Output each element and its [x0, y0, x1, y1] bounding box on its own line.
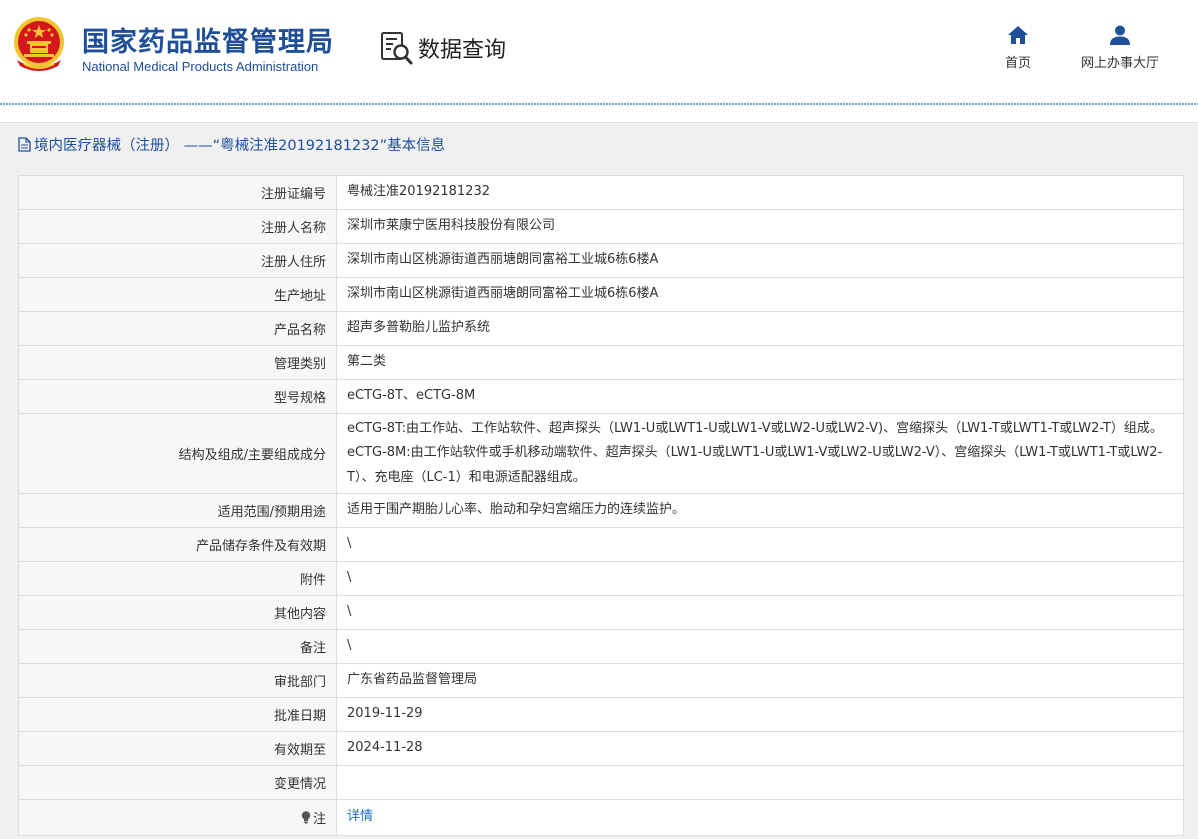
national-emblem-icon — [14, 17, 64, 71]
registration-info-table: 注册证编号 粤械注准20192181232 注册人名称 深圳市莱康宁医用科技股份… — [18, 175, 1184, 836]
row-label: 结构及组成/主要组成成分 — [18, 413, 337, 494]
table-row: 生产地址 深圳市南山区桃源街道西丽塘朗同富裕工业城6栋6楼A — [18, 277, 1184, 312]
row-value: \ — [336, 629, 1184, 664]
table-row: 适用范围/预期用途 适用于围产期胎儿心率、胎动和孕妇宫缩压力的连续监护。 — [18, 493, 1184, 528]
row-value: 2019-11-29 — [336, 697, 1184, 732]
nav-online-hall[interactable]: 网上办事大厅 — [1074, 24, 1166, 71]
row-value: \ — [336, 595, 1184, 630]
row-value: \ — [336, 561, 1184, 596]
nav-home-label: 首页 — [1004, 56, 1031, 71]
user-icon — [1110, 25, 1130, 45]
note-row: 注 详情 — [18, 799, 1184, 836]
row-value: 超声多普勒胎儿监护系统 — [336, 311, 1184, 346]
header-divider — [0, 103, 1198, 105]
row-value: 深圳市南山区桃源街道西丽塘朗同富裕工业城6栋6楼A — [336, 243, 1184, 278]
panel-title: 境内医疗器械（注册） ——“粤械注准20192181232”基本信息 — [18, 134, 445, 155]
document-icon — [18, 137, 31, 152]
row-label: 其他内容 — [18, 595, 337, 630]
row-value: 广东省药品监督管理局 — [336, 663, 1184, 698]
row-label: 有效期至 — [18, 731, 337, 766]
row-value: 适用于围产期胎儿心率、胎动和孕妇宫缩压力的连续监护。 — [336, 493, 1184, 528]
row-value: eCTG-8T:由工作站、工作站软件、超声探头（LW1-U或LWT1-U或LW1… — [336, 413, 1184, 494]
row-label: 附件 — [18, 561, 337, 596]
nav-home[interactable]: 首页 — [998, 24, 1038, 71]
row-value: 第二类 — [336, 345, 1184, 380]
row-label: 产品名称 — [18, 311, 337, 346]
org-name-en: National Medical Products Administration — [82, 59, 319, 74]
row-value: eCTG-8T、eCTG-8M — [336, 379, 1184, 414]
home-icon — [1008, 26, 1028, 44]
note-value-cell: 详情 — [336, 799, 1184, 836]
details-link[interactable]: 详情 — [347, 809, 373, 824]
row-value: 深圳市南山区桃源街道西丽塘朗同富裕工业城6栋6楼A — [336, 277, 1184, 312]
row-label: 注册人名称 — [18, 209, 337, 244]
row-label: 适用范围/预期用途 — [18, 493, 337, 528]
row-label: 变更情况 — [18, 765, 337, 800]
row-label: 批准日期 — [18, 697, 337, 732]
table-row: 型号规格 eCTG-8T、eCTG-8M — [18, 379, 1184, 414]
note-label-cell: 注 — [18, 799, 337, 836]
row-value: \ — [336, 527, 1184, 562]
row-label: 注册人住所 — [18, 243, 337, 278]
panel-title-text: 境内医疗器械（注册） ——“粤械注准20192181232”基本信息 — [34, 138, 446, 154]
row-label: 产品储存条件及有效期 — [18, 527, 337, 562]
table-row: 注册人住所 深圳市南山区桃源街道西丽塘朗同富裕工业城6栋6楼A — [18, 243, 1184, 278]
table-row: 产品储存条件及有效期 \ — [18, 527, 1184, 562]
row-label: 生产地址 — [18, 277, 337, 312]
row-label: 备注 — [18, 629, 337, 664]
org-name-cn: 国家药品监督管理局 — [82, 27, 334, 58]
row-value: 粤械注准20192181232 — [336, 175, 1184, 210]
row-label: 审批部门 — [18, 663, 337, 698]
table-row: 结构及组成/主要组成成分 eCTG-8T:由工作站、工作站软件、超声探头（LW1… — [18, 413, 1184, 494]
table-row: 备注 \ — [18, 629, 1184, 664]
site-header: 国家药品监督管理局 National Medical Products Admi… — [0, 0, 1198, 105]
row-label: 型号规格 — [18, 379, 337, 414]
table-row: 注册证编号 粤械注准20192181232 — [18, 175, 1184, 210]
row-value: 2024-11-28 — [336, 731, 1184, 766]
table-row: 附件 \ — [18, 561, 1184, 596]
bulb-icon — [301, 811, 311, 824]
row-label: 管理类别 — [18, 345, 337, 380]
row-value: 深圳市莱康宁医用科技股份有限公司 — [336, 209, 1184, 244]
table-row: 其他内容 \ — [18, 595, 1184, 630]
detail-panel: 境内医疗器械（注册） ——“粤械注准20192181232”基本信息 注册证编号… — [0, 122, 1198, 839]
table-row: 审批部门 广东省药品监督管理局 — [18, 663, 1184, 698]
table-row: 管理类别 第二类 — [18, 345, 1184, 380]
table-row: 产品名称 超声多普勒胎儿监护系统 — [18, 311, 1184, 346]
table-row: 批准日期 2019-11-29 — [18, 697, 1184, 732]
note-label: 注 — [312, 812, 326, 827]
nav-online-hall-label: 网上办事大厅 — [1080, 56, 1159, 71]
document-search-icon — [381, 32, 413, 65]
table-row: 有效期至 2024-11-28 — [18, 731, 1184, 766]
row-value — [336, 765, 1184, 800]
row-label: 注册证编号 — [18, 175, 337, 210]
data-query-title: 数据查询 — [380, 30, 506, 66]
table-row: 注册人名称 深圳市莱康宁医用科技股份有限公司 — [18, 209, 1184, 244]
data-query-label: 数据查询 — [418, 38, 507, 63]
table-row: 变更情况 — [18, 765, 1184, 800]
